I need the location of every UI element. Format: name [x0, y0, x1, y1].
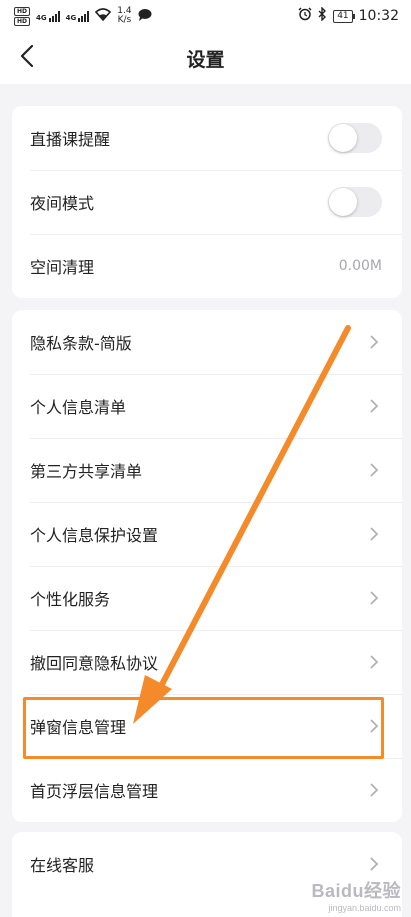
toggle-knob	[329, 124, 357, 152]
chevron-right-icon	[370, 399, 380, 413]
alarm-icon	[298, 7, 312, 25]
network-type-label: 4G	[36, 14, 47, 22]
watermark: Baidu经验 jingyan.baidu.com	[311, 877, 401, 913]
setting-label: 在线客服	[30, 856, 95, 875]
setting-label: 弹窗信息管理	[30, 718, 127, 737]
status-time: 10:32	[358, 8, 399, 24]
setting-live-class-reminder: 直播课提醒	[12, 106, 402, 170]
status-right: 41 10:32	[298, 6, 399, 25]
battery-icon: 41	[333, 9, 356, 23]
battery-level: 41	[337, 10, 349, 21]
setting-personalized-service[interactable]: 个性化服务	[12, 566, 402, 630]
setting-personal-info-protection[interactable]: 个人信息保护设置	[12, 502, 402, 566]
chevron-left-icon	[20, 44, 34, 71]
signal-icon: 4G	[36, 10, 60, 22]
setting-privacy-terms-brief[interactable]: 隐私条款-简版	[12, 310, 402, 374]
signal-icon: 4G	[66, 10, 90, 22]
watermark-logo: Baidu经验	[311, 881, 401, 901]
net-speed-unit: K/s	[117, 15, 132, 25]
setting-withdraw-privacy-consent[interactable]: 撤回同意隐私协议	[12, 630, 402, 694]
cache-size-value: 0.00M	[338, 258, 382, 274]
message-icon	[138, 8, 152, 25]
chevron-right-icon	[370, 655, 380, 669]
setting-label: 个性化服务	[30, 590, 111, 609]
page-title: 设置	[186, 48, 225, 71]
chevron-right-icon	[370, 719, 380, 733]
setting-homepage-overlay-management[interactable]: 首页浮层信息管理	[12, 758, 402, 822]
hd-badge: HD	[14, 16, 31, 26]
live-class-reminder-toggle[interactable]	[328, 123, 382, 153]
setting-third-party-sharing-list[interactable]: 第三方共享清单	[12, 438, 402, 502]
chevron-right-icon	[370, 527, 380, 541]
setting-label: 首页浮层信息管理	[30, 782, 159, 801]
network-type-label: 4G	[65, 14, 77, 22]
watermark-url: jingyan.baidu.com	[328, 903, 401, 913]
setting-personal-info-list[interactable]: 个人信息清单	[12, 374, 402, 438]
chevron-right-icon	[370, 591, 380, 605]
toggle-knob	[329, 188, 357, 216]
chevron-right-icon	[370, 463, 380, 477]
settings-group-privacy: 隐私条款-简版 个人信息清单 第三方共享清单 个人信息保护设置 个性化服务 撤回…	[12, 310, 402, 822]
bluetooth-icon	[318, 6, 327, 25]
hd-badge: HD	[14, 6, 31, 16]
status-left: HD HD 4G 4G 1.4 K/s	[14, 6, 152, 26]
back-button[interactable]	[12, 42, 42, 74]
setting-label: 夜间模式	[30, 194, 95, 213]
setting-popup-info-management[interactable]: 弹窗信息管理	[12, 694, 402, 758]
setting-space-cleanup[interactable]: 空间清理 0.00M	[12, 234, 402, 298]
setting-label: 个人信息保护设置	[30, 526, 159, 545]
net-speed: 1.4 K/s	[117, 7, 131, 25]
hd-icon: HD HD	[14, 6, 31, 26]
setting-label: 第三方共享清单	[30, 462, 143, 481]
setting-label: 个人信息清单	[30, 398, 127, 417]
wifi-icon	[95, 7, 112, 25]
chevron-right-icon	[370, 783, 380, 797]
chevron-right-icon	[370, 857, 380, 871]
nav-bar: 设置	[0, 32, 411, 84]
setting-label: 直播课提醒	[30, 130, 111, 149]
setting-label: 空间清理	[30, 258, 95, 277]
night-mode-toggle[interactable]	[328, 187, 382, 217]
chevron-right-icon	[370, 335, 380, 349]
setting-label: 隐私条款-简版	[30, 334, 132, 353]
setting-label: 撤回同意隐私协议	[30, 654, 159, 673]
status-bar: HD HD 4G 4G 1.4 K/s 41 10:32	[0, 0, 411, 32]
settings-group-general: 直播课提醒 夜间模式 空间清理 0.00M	[12, 106, 402, 298]
setting-night-mode: 夜间模式	[12, 170, 402, 234]
